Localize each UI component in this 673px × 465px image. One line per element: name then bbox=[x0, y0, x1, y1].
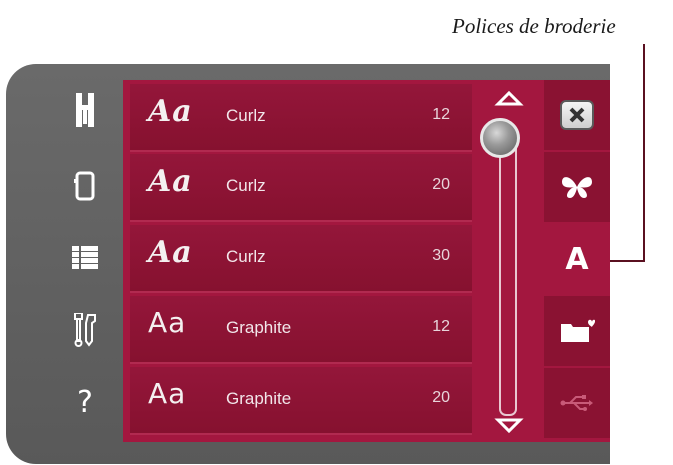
callout-label: Polices de broderie bbox=[452, 14, 616, 38]
font-size: 20 bbox=[432, 176, 450, 193]
list-icon bbox=[72, 246, 98, 269]
settings-button[interactable] bbox=[45, 300, 125, 360]
menu-list-button[interactable] bbox=[45, 228, 125, 288]
help-icon: ? bbox=[77, 384, 93, 420]
personal-designs-tab[interactable] bbox=[544, 296, 610, 366]
font-preview: Aa bbox=[148, 306, 187, 339]
presser-foot-button[interactable] bbox=[45, 80, 125, 140]
font-name: Graphite bbox=[226, 389, 292, 408]
scroll-thumb[interactable] bbox=[480, 118, 520, 158]
font-name: Curlz bbox=[226, 247, 266, 266]
tools-icon bbox=[74, 313, 96, 347]
font-list: Aa Curlz 12 Aa Curlz 20 Aa Curlz 30 Aa G… bbox=[130, 84, 472, 438]
close-icon bbox=[560, 100, 594, 130]
folder-heart-icon bbox=[561, 319, 595, 342]
font-preview: Aa bbox=[148, 164, 193, 199]
font-name: Curlz bbox=[226, 176, 266, 195]
font-a-icon: A bbox=[565, 241, 589, 277]
font-preview: Aa bbox=[148, 235, 193, 270]
scrollbar bbox=[474, 80, 544, 442]
font-size: 12 bbox=[432, 318, 450, 335]
font-list-item[interactable]: Aa Graphite 12 bbox=[130, 296, 472, 364]
font-name: Graphite bbox=[226, 318, 292, 337]
scroll-up-arrow-icon[interactable] bbox=[494, 88, 524, 108]
scroll-down-arrow-icon[interactable] bbox=[494, 416, 524, 436]
butterfly-icon bbox=[562, 177, 592, 198]
font-preview: Aa bbox=[148, 94, 193, 129]
callout-hline bbox=[604, 260, 645, 262]
font-list-item[interactable]: Aa Graphite 20 bbox=[130, 367, 472, 435]
presser-foot-icon bbox=[76, 93, 94, 127]
hoop-button[interactable] bbox=[45, 155, 125, 215]
font-size: 12 bbox=[432, 106, 450, 123]
font-list-item[interactable]: Aa Curlz 12 bbox=[130, 84, 472, 152]
help-button[interactable]: ? bbox=[45, 372, 125, 432]
embroidery-fonts-tab[interactable]: A bbox=[544, 224, 610, 294]
callout-line bbox=[643, 44, 645, 262]
usb-icon bbox=[560, 395, 593, 411]
font-list-item[interactable]: Aa Curlz 30 bbox=[130, 225, 472, 293]
font-name: Curlz bbox=[226, 106, 266, 125]
close-button[interactable] bbox=[544, 80, 610, 150]
scroll-track[interactable] bbox=[499, 142, 517, 416]
usb-tab[interactable] bbox=[544, 368, 610, 438]
font-list-item[interactable]: Aa Curlz 20 bbox=[130, 154, 472, 222]
font-size: 30 bbox=[432, 247, 450, 264]
font-size: 20 bbox=[432, 389, 450, 406]
left-rail: ? bbox=[45, 80, 125, 455]
hoop-icon bbox=[74, 171, 95, 201]
right-column: A bbox=[544, 80, 610, 442]
font-preview: Aa bbox=[148, 377, 187, 410]
designs-tab[interactable] bbox=[544, 152, 610, 222]
